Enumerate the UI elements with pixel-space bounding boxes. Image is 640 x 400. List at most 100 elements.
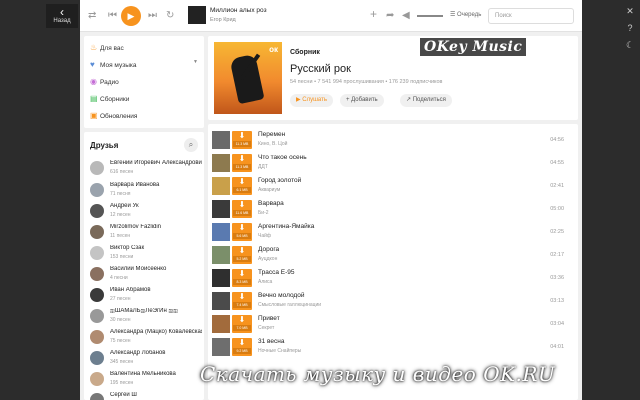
share-button[interactable]: ↗ Поделиться — [400, 94, 452, 107]
friend-item[interactable]: Андрей Ук 12 песен — [90, 201, 202, 223]
track-artist[interactable]: Кино, В. Цой — [258, 141, 287, 147]
avatar — [90, 183, 104, 197]
track-row[interactable]: ⬇ 7.4 MB Вечно молодой Смысловые галлюцинац… — [208, 289, 578, 312]
nav-item-radio[interactable]: ◉ Радио — [90, 76, 119, 88]
track-title: Вечно молодой — [258, 292, 305, 299]
download-button[interactable]: ⬇ 8.3 MB — [232, 269, 252, 287]
track-duration: 03:13 — [550, 298, 564, 304]
download-button[interactable]: ⬇ 9.2 MB — [232, 338, 252, 356]
download-button[interactable]: ⬇ 7.4 MB — [232, 292, 252, 310]
night-mode-icon[interactable]: ☾ — [624, 40, 636, 50]
avatar — [90, 393, 104, 400]
download-icon: ⬇ — [238, 269, 246, 278]
volume-slider[interactable] — [417, 15, 443, 17]
repeat-icon[interactable]: ↻ — [166, 10, 174, 22]
track-artist[interactable]: Ночные Снайперы — [258, 348, 301, 354]
avatar — [90, 204, 104, 218]
download-button[interactable]: ⬇ 5.2 MB — [232, 246, 252, 264]
previous-icon[interactable]: ⏮ — [108, 10, 117, 22]
friend-song-count: 12 песен — [110, 212, 131, 218]
play-button[interactable]: ▶ — [121, 6, 141, 26]
friend-item[interactable]: ஐШАМаЛЬஐЛеЭгИн ஐஐ 30 песен — [90, 306, 202, 328]
share-icon[interactable]: ➦ — [386, 10, 394, 22]
next-icon[interactable]: ⏭ — [148, 10, 157, 22]
close-icon[interactable]: ✕ — [624, 6, 636, 16]
friend-name: Mirzolimov Fazlidin — [110, 224, 162, 230]
add-button[interactable]: + Добавить — [340, 94, 384, 107]
avatar — [90, 372, 104, 386]
track-cover — [212, 338, 230, 356]
track-artist[interactable]: Ауцдкон — [258, 256, 277, 262]
track-row[interactable]: ⬇ 5.2 MB Дорога Ауцдкон 02:17 — [208, 243, 578, 266]
nav-item-my-music[interactable]: ♥ Моя музыка — [90, 59, 136, 71]
collection-type: Сборник — [290, 49, 320, 56]
music-app: ⇄ ⏮ ▶ ⏭ ↻ Миллион алых роз Егор Крид + ➦… — [80, 0, 582, 400]
download-button[interactable]: ⬇ 11.3 MB — [232, 131, 252, 149]
friend-item[interactable]: Александра (Мацко) Ковалевская 75 песен — [90, 327, 202, 349]
track-artist[interactable]: ДДТ — [258, 164, 268, 170]
track-row[interactable]: ⬇ 6.1 MB Город золотой Аквариум 02:41 — [208, 174, 578, 197]
listen-button[interactable]: ▶ Слушать — [290, 94, 334, 107]
volume-icon[interactable]: ◀ — [402, 10, 410, 22]
download-button[interactable]: ⬇ 7.0 MB — [232, 315, 252, 333]
download-icon: ⬇ — [238, 246, 246, 255]
search-input[interactable]: Поиск — [488, 8, 574, 24]
file-size: 7.4 MB — [233, 302, 251, 308]
back-button[interactable]: ‹ Назад — [46, 4, 78, 28]
track-row[interactable]: ⬇ 5.6 MB Аргентина-Ямайка Чайф 02:25 — [208, 220, 578, 243]
track-cover — [212, 292, 230, 310]
download-button[interactable]: ⬇ 11.3 MB — [232, 154, 252, 172]
nav-item-for-you[interactable]: ♨ Для вас — [90, 42, 124, 54]
fire-icon: ♨ — [90, 43, 98, 52]
avatar — [90, 288, 104, 302]
add-icon[interactable]: + — [370, 8, 377, 20]
friend-item[interactable]: Василий Моисеенко 4 песни — [90, 264, 202, 286]
friend-item[interactable]: Сергей Ш — [90, 390, 202, 400]
player-bar: ⇄ ⏮ ▶ ⏭ ↻ Миллион алых роз Егор Крид + ➦… — [80, 0, 582, 32]
collection-icon: ▤ — [90, 94, 98, 103]
download-button[interactable]: ⬇ 5.6 MB — [232, 223, 252, 241]
friend-item[interactable]: Варвара Иванова 71 песня — [90, 180, 202, 202]
friend-item[interactable]: Виктор Сзак 153 песни — [90, 243, 202, 265]
right-toolbar: ✕ ? ☾ — [624, 6, 636, 57]
friend-song-count: 195 песен — [110, 380, 134, 386]
friend-item[interactable]: Александр Лобанов 345 песен — [90, 348, 202, 370]
track-artist[interactable]: Секрет — [258, 325, 274, 331]
track-row[interactable]: ⬇ 11.6 MB Варвара Би-2 05:00 — [208, 197, 578, 220]
track-row[interactable]: ⬇ 9.2 MB 31 весна Ночные Снайперы 04:01 — [208, 335, 578, 358]
track-row[interactable]: ⬇ 8.3 MB Трасса Е-95 Алиса 03:36 — [208, 266, 578, 289]
track-artist[interactable]: Алиса — [258, 279, 272, 285]
friend-item[interactable]: Mirzolimov Fazlidin 11 песен — [90, 222, 202, 244]
shuffle-icon[interactable]: ⇄ — [88, 10, 96, 22]
friend-name: Виктор Сзак — [110, 245, 145, 251]
track-row[interactable]: ⬇ 7.0 MB Привет Секрет 03:04 — [208, 312, 578, 335]
nav-item-updates[interactable]: ▣ Обновления — [90, 110, 137, 122]
track-artist[interactable]: Чайф — [258, 233, 271, 239]
friend-item[interactable]: Иван Абрамов 27 песен — [90, 285, 202, 307]
chevron-down-icon[interactable]: ▼ — [193, 59, 198, 65]
track-artist[interactable]: Аквариум — [258, 187, 280, 193]
track-artist[interactable]: Би-2 — [258, 210, 269, 216]
file-size: 11.3 MB — [233, 164, 251, 170]
track-row[interactable]: ⬇ 11.3 MB Перемен Кино, В. Цой 04:56 — [208, 128, 578, 151]
track-row[interactable]: ⬇ 11.3 MB Что такое осень ДДТ 04:55 — [208, 151, 578, 174]
friend-song-count: 75 песен — [110, 338, 131, 344]
friend-item[interactable]: Евгений Игоревич Александрович 616 песен — [90, 158, 202, 180]
nav-item-collections[interactable]: ▤ Сборники — [90, 93, 129, 105]
download-button[interactable]: ⬇ 6.1 MB — [232, 177, 252, 195]
updates-icon: ▣ — [90, 111, 98, 120]
search-icon[interactable]: ⌕ — [184, 138, 198, 152]
friend-item[interactable]: Валентина Мельникова 195 песен — [90, 369, 202, 391]
track-duration: 02:41 — [550, 183, 564, 189]
track-duration: 02:25 — [550, 229, 564, 235]
track-artist[interactable]: Смысловые галлюцинации — [258, 302, 321, 308]
nav-label: Для вас — [100, 45, 124, 52]
track-cover — [212, 246, 230, 264]
track-duration: 04:56 — [550, 137, 564, 143]
queue-button[interactable]: ☰ Очередь — [450, 11, 481, 18]
chevron-left-icon: ‹ — [60, 5, 64, 19]
download-button[interactable]: ⬇ 11.6 MB — [232, 200, 252, 218]
help-icon[interactable]: ? — [624, 23, 636, 33]
now-playing-artist[interactable]: Егор Крид — [210, 17, 236, 23]
avatar — [90, 246, 104, 260]
